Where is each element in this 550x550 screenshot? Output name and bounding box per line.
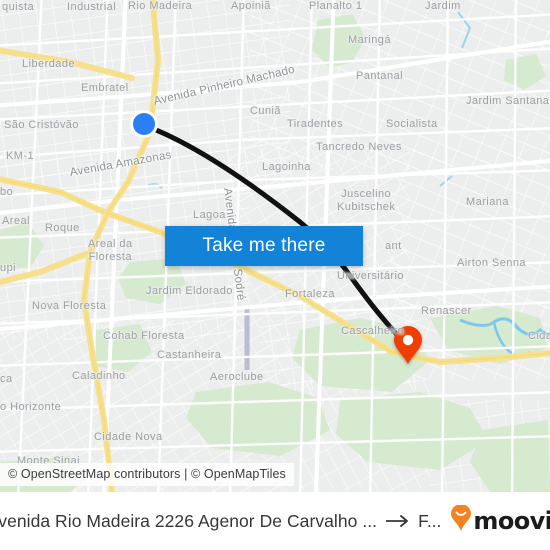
footer-bar: Avenida Rio Madeira 2226 Agenor De Carva… [0,492,550,550]
arrow-right-glyph [386,514,408,527]
moovit-pin-icon [450,504,472,537]
moovit-logo[interactable]: moovit [450,504,550,537]
destination-truncated-text: F... [418,510,442,531]
origin-dot [130,110,158,138]
origin-destination-text: Avenida Rio Madeira 2226 Agenor De Carva… [0,510,378,531]
moovit-map-screenshot: quista Industrial Rio Madeira Apoiniã Planal… [0,0,550,550]
moovit-pin-glyph [451,504,472,531]
moovit-wordmark: moovit [473,507,550,535]
take-me-there-button[interactable]: Take me there [165,226,363,266]
map-attribution: © OpenStreetMap contributors | © OpenMap… [0,463,294,486]
arrow-right-icon [385,514,411,533]
